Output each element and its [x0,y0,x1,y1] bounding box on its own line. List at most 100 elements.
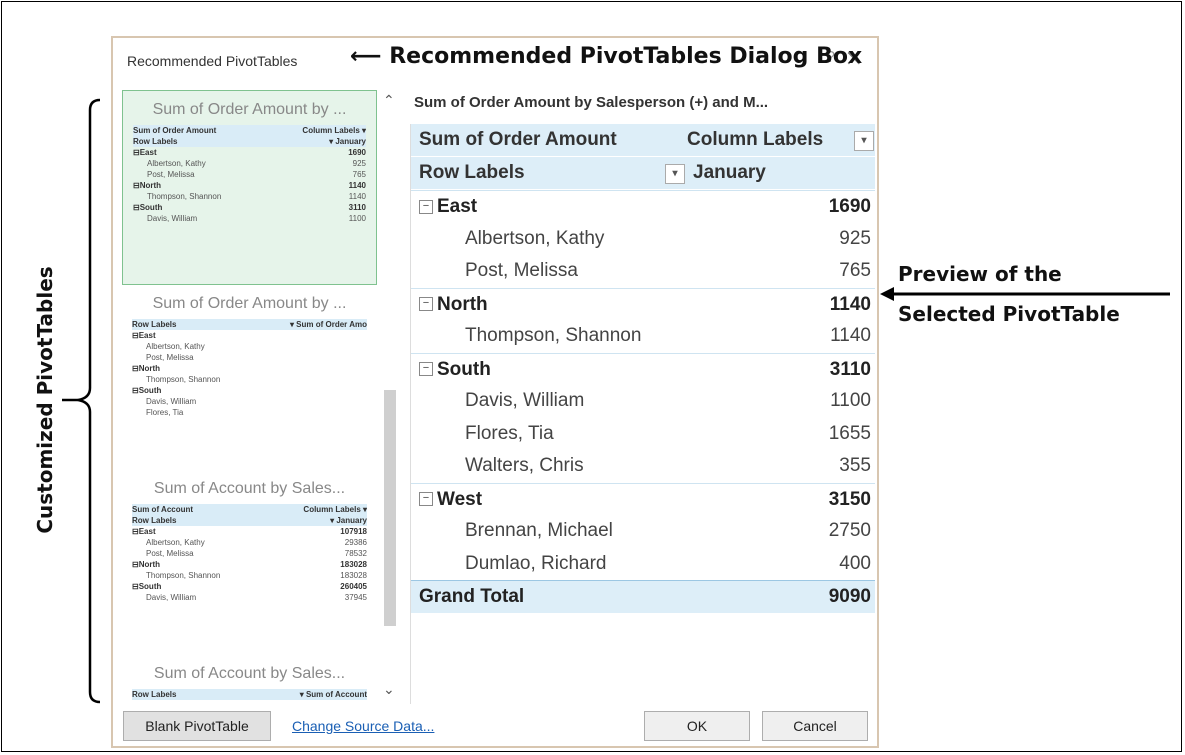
region-row[interactable]: − West 3150 [411,482,875,516]
thumbnail-row-value: ▾ Sum of Account [299,690,367,699]
thumbnail-row-value: 925 [352,159,366,168]
january-column-label: January [693,162,766,183]
thumbnail-row-value: 78532 [344,549,367,558]
salesperson-row: Albertson, Kathy 925 [411,223,875,255]
pivottable-thumbnail[interactable]: Sum of Order Amount by ... Sum of Order A… [122,90,377,285]
row-label-cell: − East [419,196,477,218]
pivottable-thumbnail[interactable]: Sum of Account by Sales... Row Labels ▾ Su… [122,655,377,700]
thumbnail-row: Sum of Account Column Labels ▾ [132,504,367,515]
thumbnail-row: ⊟South 260405 [132,581,367,592]
grand-total-row: Grand Total 9090 [411,580,875,613]
thumbnail-row: ⊟North 1140 [133,180,366,191]
thumbnail-title: Sum of Account by Sales... [153,480,346,497]
thumbnail-row-value: 183028 [340,571,367,580]
thumbnail-row-value: Column Labels ▾ [302,126,366,135]
thumbnail-row-label: Row Labels [132,320,177,329]
collapse-icon[interactable]: − [419,297,433,312]
thumbnail-row: Post, Melissa 78532 [132,548,367,559]
scroll-thumb[interactable] [384,390,396,626]
pivottable-thumbnail[interactable]: Sum of Order Amount by ... Row Labels ▾ Su… [122,285,377,418]
thumbnail-row-label: Post, Melissa [146,549,194,558]
thumbnail-row-label: Row Labels [132,690,177,699]
salesperson-row: Walters, Chris 355 [411,450,875,482]
region-row[interactable]: − North 1140 [411,287,875,321]
thumbnail-row-value: 183028 [340,560,367,569]
ok-button[interactable]: OK [644,711,750,741]
row-value: 1655 [828,422,871,444]
row-label: Dumlao, Richard [465,552,607,574]
thumbnail-row-label: Thompson, Shannon [147,192,222,201]
row-value: 925 [839,227,871,249]
thumbnail-title: Sum of Account by Sales... [153,665,346,682]
cancel-button[interactable]: Cancel [762,711,868,741]
thumbnail-row-label: Davis, William [146,593,197,602]
thumbnail-row: ⊟East [132,330,367,341]
thumbnail-row-value: Column Labels ▾ [303,505,367,514]
collapse-icon[interactable]: − [419,362,433,377]
thumbnail-row: ⊟East 1690 [133,147,366,158]
row-value: 400 [839,552,871,574]
collapse-icon[interactable]: − [419,492,433,507]
thumbnail-row-value: 29386 [344,538,367,547]
thumbnail-row-label: Albertson, Kathy [146,538,205,547]
thumbnail-row: Post, Melissa 765 [133,169,366,180]
salesperson-row: Dumlao, Richard 400 [411,548,875,580]
thumbnail-row-label: Albertson, Kathy [146,342,205,351]
row-label: North [437,293,488,315]
change-source-data-link[interactable]: Change Source Data... [292,718,434,734]
region-row[interactable]: − South 3110 [411,352,875,386]
row-label-cell: − North [419,294,488,316]
customized-brace-icon [62,98,101,704]
row-label-cell: Albertson, Kathy [465,228,604,250]
chevron-up-icon[interactable]: ⌃ [383,92,395,109]
column-labels-dropdown-icon[interactable]: ▾ [854,131,874,151]
row-value: 9090 [828,586,871,607]
row-label: Flores, Tia [465,422,554,444]
row-value: 1100 [830,390,871,411]
row-label: South [437,358,491,380]
pivottable-thumbnail[interactable]: Sum of Account by Sales... Sum of Account… [122,470,377,603]
salesperson-row: Post, Melissa 765 [411,255,875,287]
annotation-dialog-box: ⟵ Recommended PivotTables Dialog Box [350,44,862,69]
gallery-scrollbar[interactable]: ⌃ ⌄ [381,90,397,700]
thumbnail-row: Davis, William 1100 [133,213,366,224]
region-row[interactable]: − East 1690 [411,190,875,223]
arrow-left-icon: ⟵ [350,44,382,69]
thumbnail-row-label: Davis, William [147,214,198,223]
thumbnail-row-label: ⊟East [133,148,157,157]
thumbnail-row: Albertson, Kathy 29386 [132,537,367,548]
row-value: 2750 [828,520,871,541]
thumbnail-row-label: Post, Melissa [146,353,194,362]
annotation-dialog-box-text: Recommended PivotTables Dialog Box [389,44,863,69]
pivottable-gallery: Sum of Order Amount by ... Sum of Order A… [122,90,377,705]
thumbnail-row: Thompson, Shannon 183028 [132,570,367,581]
thumbnail-row-label: ⊟South [133,203,163,212]
thumbnail-row: Sum of Order Amount Column Labels ▾ [133,125,366,136]
thumbnail-row-label: Albertson, Kathy [147,159,206,168]
row-label-cell: Dumlao, Richard [465,553,607,575]
row-label: Brennan, Michael [465,520,613,541]
pivottable-preview: Sum of Order Amount Column Labels ▾ Row … [410,124,877,704]
thumbnail-row-label: ⊟East [132,331,156,340]
collapse-icon[interactable]: − [419,199,433,214]
row-label-cell: Grand Total [419,586,524,608]
thumbnail-row: Flores, Tia [132,407,367,418]
row-label: West [437,488,483,510]
row-labels-dropdown-icon[interactable]: ▾ [665,164,685,184]
thumbnail-row: Row Labels ▾ January [133,136,366,147]
thumbnail-row-value: 3110 [348,203,366,212]
dialog-title: Recommended PivotTables [127,53,298,69]
row-label-cell: Walters, Chris [465,455,584,477]
preview-title: Sum of Order Amount by Salesperson (+) a… [414,94,769,111]
thumbnail-row-label: Post, Melissa [147,170,195,179]
thumbnail-row-label: Row Labels [133,137,178,146]
blank-pivottable-button[interactable]: Blank PivotTable [123,711,271,741]
preview-value-field-label: Sum of Order Amount [419,129,617,150]
thumbnail-mini-table: Sum of Account Column Labels ▾ Row Labels ▾… [132,504,367,603]
row-label-cell: − West [419,489,482,511]
thumbnail-row: ⊟North 183028 [132,559,367,570]
thumbnail-row: Albertson, Kathy 925 [133,158,366,169]
annotation-customized: Customized PivotTables [33,266,57,534]
chevron-down-icon[interactable]: ⌄ [383,681,395,698]
row-value: 3110 [829,358,871,380]
